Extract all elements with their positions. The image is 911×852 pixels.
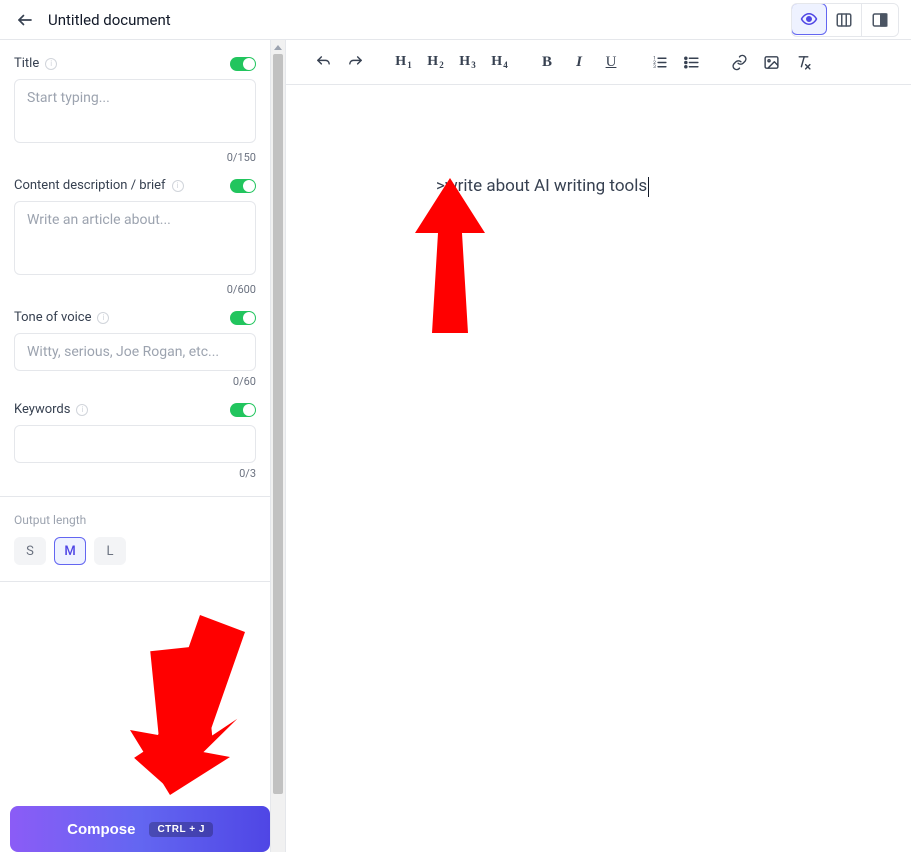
heading-4-button[interactable]: H4	[484, 48, 514, 76]
tone-input[interactable]	[14, 333, 256, 371]
sidebar-spacer	[0, 581, 270, 806]
view-mode-focus[interactable]	[791, 3, 827, 35]
bold-button[interactable]: B	[532, 48, 562, 76]
brief-field: Content description / brief i 0/600	[14, 178, 256, 296]
unordered-list-button[interactable]	[676, 48, 706, 76]
output-length-s[interactable]: S	[14, 537, 46, 565]
tone-counter: 0/60	[14, 375, 256, 388]
view-mode-power[interactable]	[826, 4, 862, 36]
text-cursor	[648, 177, 649, 197]
heading-3-button[interactable]: H3	[452, 48, 482, 76]
brief-input[interactable]	[14, 201, 256, 275]
title-input[interactable]	[14, 79, 256, 143]
tone-label: Tone of voice	[14, 310, 91, 325]
output-length-l[interactable]: L	[94, 537, 126, 565]
heading-2-button[interactable]: H2	[420, 48, 450, 76]
editor-toolbar: H1 H2 H3 H4 B I U 123	[286, 40, 911, 85]
info-icon[interactable]: i	[97, 312, 109, 324]
compose-button[interactable]: Compose CTRL + J	[10, 806, 270, 852]
info-icon[interactable]: i	[45, 58, 57, 70]
clear-format-button[interactable]	[788, 48, 818, 76]
sidebar-fields: Title i 0/150 Content description / brie…	[0, 40, 270, 496]
editor-content: >write about AI writing tools	[436, 176, 647, 196]
brief-toggle[interactable]	[230, 179, 256, 193]
back-icon[interactable]	[16, 11, 34, 29]
scrollbar-up-icon[interactable]	[271, 40, 285, 54]
keywords-field: Keywords i 0/3	[14, 402, 256, 480]
tone-toggle[interactable]	[230, 311, 256, 325]
sidebar: Title i 0/150 Content description / brie…	[0, 40, 270, 852]
heading-1-button[interactable]: H1	[388, 48, 418, 76]
view-mode-split[interactable]	[862, 4, 898, 36]
image-button[interactable]	[756, 48, 786, 76]
tone-field: Tone of voice i 0/60	[14, 310, 256, 388]
link-button[interactable]	[724, 48, 754, 76]
scrollbar-thumb[interactable]	[273, 54, 283, 794]
view-mode-group	[791, 3, 899, 37]
title-field: Title i 0/150	[14, 56, 256, 164]
keywords-counter: 0/3	[14, 467, 256, 480]
output-length-section: Output length S M L	[0, 497, 270, 581]
redo-button[interactable]	[340, 48, 370, 76]
sidebar-wrap: Title i 0/150 Content description / brie…	[0, 40, 285, 852]
app-body: Title i 0/150 Content description / brie…	[0, 40, 911, 852]
brief-label: Content description / brief	[14, 178, 166, 193]
title-counter: 0/150	[14, 151, 256, 164]
output-length-m[interactable]: M	[54, 537, 86, 565]
output-length-group: S M L	[14, 537, 256, 565]
info-icon[interactable]: i	[172, 180, 184, 192]
title-label: Title	[14, 56, 39, 71]
brief-counter: 0/600	[14, 283, 256, 296]
output-length-label: Output length	[14, 513, 256, 527]
header-left: Untitled document	[16, 11, 171, 29]
keywords-input[interactable]	[14, 425, 256, 463]
svg-text:3: 3	[653, 64, 656, 70]
editor-pane: H1 H2 H3 H4 B I U 123	[285, 40, 911, 852]
title-toggle[interactable]	[230, 57, 256, 71]
italic-button[interactable]: I	[564, 48, 594, 76]
keywords-toggle[interactable]	[230, 403, 256, 417]
sidebar-scrollbar[interactable]	[270, 40, 285, 852]
undo-button[interactable]	[308, 48, 338, 76]
ordered-list-button[interactable]: 123	[644, 48, 674, 76]
compose-wrap: Compose CTRL + J	[0, 806, 270, 852]
header-right	[791, 3, 899, 37]
editor-canvas[interactable]: >write about AI writing tools	[286, 85, 911, 852]
compose-shortcut: CTRL + J	[149, 822, 212, 837]
info-icon[interactable]: i	[76, 404, 88, 416]
keywords-label: Keywords	[14, 402, 70, 417]
compose-label: Compose	[67, 821, 135, 838]
underline-button[interactable]: U	[596, 48, 626, 76]
app-header: Untitled document	[0, 0, 911, 40]
document-title[interactable]: Untitled document	[48, 11, 171, 29]
